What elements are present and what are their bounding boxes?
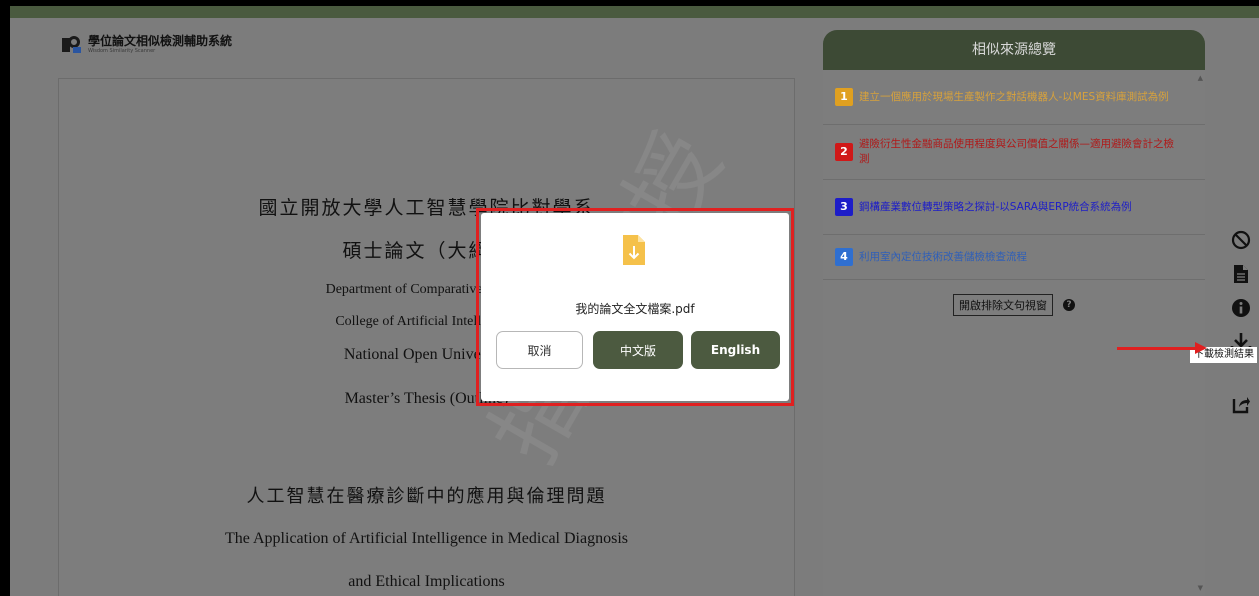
logo-mark-icon [62, 35, 82, 54]
source-number-badge: 2 [835, 143, 853, 161]
source-item-3[interactable]: 3 鋼構產業數位轉型策略之探討-以SARA與ERP統合系統為例 [823, 180, 1205, 235]
source-link[interactable]: 利用室內定位技術改善儲檢檢查流程 [859, 250, 1027, 265]
annotation-arrow-head [1195, 342, 1207, 354]
annotation-arrow [1117, 347, 1199, 350]
source-item-2[interactable]: 2 避險衍生性金融商品使用程度與公司價值之關係—適用避險會計之檢測 [823, 125, 1205, 180]
help-icon[interactable]: ? [1063, 299, 1075, 311]
no-entry-icon[interactable] [1222, 226, 1259, 254]
file-icon[interactable] [1222, 260, 1259, 288]
panel-title: 相似來源總覽 [823, 30, 1205, 70]
logo[interactable]: 學位論文相似檢測輔助系統 Wisdom Similarity Scanner [62, 35, 232, 54]
info-icon[interactable] [1222, 294, 1259, 322]
scroll-down-icon[interactable]: ▼ [1198, 584, 1203, 592]
modal-filename: 我的論文全文檔案.pdf [575, 302, 695, 316]
doc-title-line: and Ethical Implications [348, 573, 505, 590]
download-dialog: 我的論文全文檔案.pdf 取消 中文版 English [481, 213, 789, 401]
source-list: 1 建立一個應用於現場生產製作之對話機器人-以MES資料庫測試為例 2 避險衍生… [823, 70, 1205, 280]
source-link[interactable]: 鋼構產業數位轉型策略之探討-以SARA與ERP統合系統為例 [859, 200, 1132, 215]
source-link[interactable]: 建立一個應用於現場生產製作之對話機器人-以MES資料庫測試為例 [859, 90, 1169, 105]
logo-subtitle: Wisdom Similarity Scanner [88, 48, 156, 54]
english-version-button[interactable]: English [691, 331, 780, 369]
cancel-button[interactable]: 取消 [496, 331, 583, 369]
top-bar [10, 6, 1259, 18]
source-link[interactable]: 避險衍生性金融商品使用程度與公司價值之關係—適用避險會計之檢測 [859, 137, 1175, 167]
similarity-sources-panel: 相似來源總覽 ▲ 1 建立一個應用於現場生產製作之對話機器人-以MES資料庫測試… [823, 30, 1205, 596]
logo-title: 學位論文相似檢測輔助系統 [88, 34, 233, 48]
chinese-version-button[interactable]: 中文版 [593, 331, 683, 369]
pdf-file-icon [623, 235, 645, 265]
source-number-badge: 1 [835, 88, 853, 106]
source-number-badge: 4 [835, 248, 853, 266]
source-item-4[interactable]: 4 利用室內定位技術改善儲檢檢查流程 [823, 235, 1205, 280]
doc-title-line: The Application of Artificial Intelligen… [225, 530, 628, 547]
side-toolbar [1222, 218, 1259, 418]
source-item-1[interactable]: 1 建立一個應用於現場生產製作之對話機器人-以MES資料庫測試為例 [823, 70, 1205, 125]
doc-title-line: 人工智慧在醫療診斷中的應用與倫理問題 [246, 486, 607, 507]
source-number-badge: 3 [835, 198, 853, 216]
share-icon[interactable] [1222, 390, 1259, 418]
open-exclude-sentences-button[interactable]: 開啟排除文句視窗 [953, 294, 1053, 316]
